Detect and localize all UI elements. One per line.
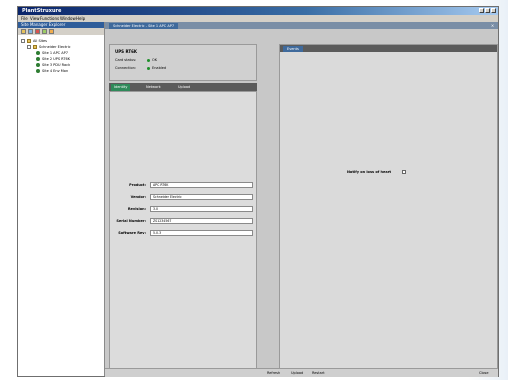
tree-item-label: Site 2 UPS RT6K (42, 57, 71, 61)
card-status-row: Card status: OK (115, 58, 157, 62)
connection-ok-icon (147, 66, 150, 70)
close-icon[interactable]: × (490, 23, 495, 28)
menu-view[interactable]: View (30, 16, 40, 21)
refresh-button[interactable]: Refresh (265, 370, 282, 376)
tree-item-label: Site 1 APC AP7 (42, 51, 68, 55)
serial-number-field[interactable]: ZS1234567 (150, 218, 253, 224)
tab-events[interactable]: Events (283, 46, 303, 52)
title-bar: PlantStruxure (18, 7, 498, 15)
tree-item-site-3[interactable]: Site 3 PDU Rack (36, 63, 70, 67)
minimize-button[interactable] (479, 8, 484, 13)
vendor-field[interactable]: Schneider Electric (150, 194, 253, 200)
document-tab-bar: Schneider Electric - Site 1 APC AP7 × (105, 22, 498, 29)
card-status-label: Card status: (115, 58, 137, 62)
revision-label: Revision: (127, 207, 146, 211)
tree-header-label: Site Manager Explorer (21, 22, 66, 27)
tree-item-schneider[interactable]: Schneider Electric (27, 45, 71, 49)
menu-help[interactable]: Help (76, 16, 85, 21)
folder-icon (33, 45, 37, 49)
tree-item-label: Schneider Electric (39, 45, 71, 49)
tree-item-label: Site 3 PDU Rack (42, 63, 71, 67)
bottom-button-bar: Refresh Upload Restart Close (105, 368, 498, 377)
close-button[interactable]: Close (477, 370, 491, 376)
status-ok-icon (147, 58, 150, 62)
tree-item-site-4[interactable]: Site 4 Env Mon (36, 69, 68, 73)
tree-toolbar (18, 28, 104, 35)
product-field[interactable]: APC RT6K (150, 182, 253, 188)
notify-checkbox[interactable] (402, 170, 406, 174)
menu-file[interactable]: File (21, 16, 28, 21)
restart-button[interactable]: Restart (310, 370, 327, 376)
menu-window[interactable]: Window (60, 16, 76, 21)
tab-identity[interactable]: Identity (111, 84, 131, 91)
connection-row: Connection: Enabled (115, 66, 166, 70)
card-status-value: OK (152, 58, 158, 62)
right-tab-bar: Events (280, 45, 497, 52)
serial-number-label: Serial Number: (116, 219, 146, 223)
product-label: Product: (129, 183, 146, 187)
device-icon (36, 57, 40, 61)
events-panel: Events Notify on loss of heart (279, 44, 498, 373)
tree-item-site-2[interactable]: Site 2 UPS RT6K (36, 57, 70, 61)
left-tab-bar: Identity Network Upload (109, 83, 257, 91)
menu-bar: File View Functions Window Help (18, 15, 498, 22)
add-icon[interactable] (28, 29, 33, 34)
tree-item-label: All Sites (33, 39, 47, 43)
device-name: UPS RT6K (115, 49, 137, 54)
delete-icon[interactable] (35, 29, 40, 34)
vendor-label: Vendor: (130, 195, 146, 199)
settings-icon[interactable] (49, 29, 54, 34)
app-window: PlantStruxure File View Functions Window… (17, 6, 499, 377)
device-icon (36, 51, 40, 55)
folder-icon[interactable] (21, 29, 26, 34)
folder-icon (27, 39, 31, 43)
identity-panel: Product: APC RT6K Vendor: Schneider Elec… (109, 91, 257, 373)
collapse-icon[interactable] (21, 39, 25, 43)
notify-label: Notify on loss of heart (347, 170, 392, 174)
maximize-button[interactable] (485, 8, 490, 13)
tab-upload[interactable]: Upload (175, 84, 193, 91)
main-area: Schneider Electric - Site 1 APC AP7 × UP… (105, 22, 498, 377)
tree-item-label: Site 4 Env Mon (42, 69, 69, 73)
upload-button[interactable]: Upload (289, 370, 305, 376)
site-tree-panel: Site Manager Explorer All Sites Schneide… (18, 22, 105, 376)
connection-label: Connection: (115, 66, 136, 70)
collapse-icon[interactable] (27, 45, 31, 49)
tree-item-site-1[interactable]: Site 1 APC AP7 (36, 51, 68, 55)
device-icon (36, 69, 40, 73)
document-tab[interactable]: Schneider Electric - Site 1 APC AP7 (109, 23, 179, 29)
software-rev-label: Software Rev: (118, 231, 146, 235)
refresh-icon[interactable] (42, 29, 47, 34)
menu-functions[interactable]: Functions (40, 16, 59, 21)
software-rev-field[interactable]: 5.0.3 (150, 230, 253, 236)
revision-field[interactable]: 3.0 (150, 206, 253, 212)
tab-network[interactable]: Network (143, 84, 164, 91)
device-info-box: UPS RT6K Card status: OK Connection: Ena… (109, 44, 257, 81)
tree-item-all-sites[interactable]: All Sites (21, 39, 47, 43)
window-title: PlantStruxure (22, 8, 62, 14)
device-icon (36, 63, 40, 67)
connection-value: Enabled (152, 66, 167, 70)
close-window-button[interactable] (491, 8, 496, 13)
